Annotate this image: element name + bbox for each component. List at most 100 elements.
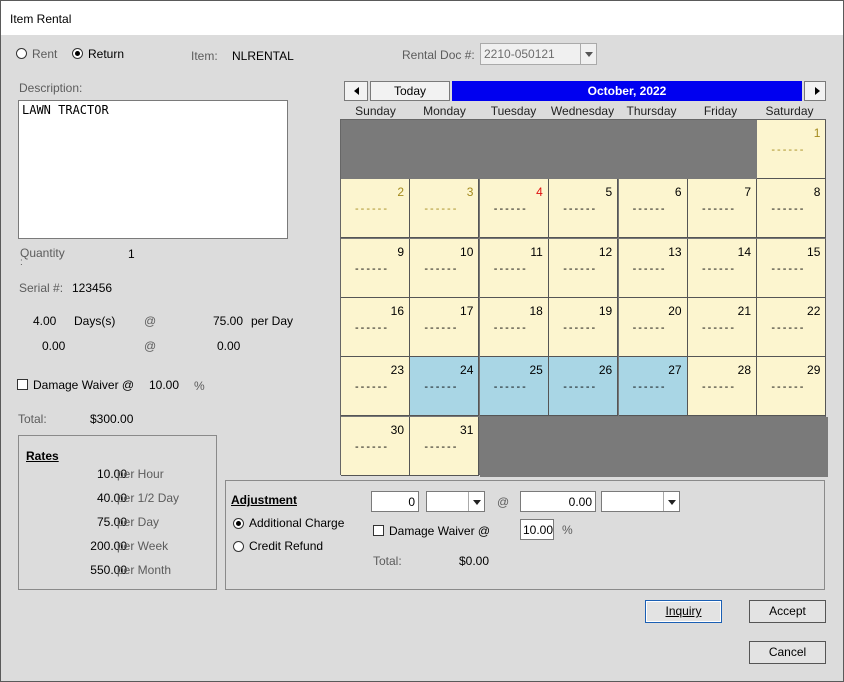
calendar-day-14[interactable]: 14 ------ (688, 238, 757, 298)
title-bar: Item Rental (1, 1, 843, 35)
damage-waiver-checkbox[interactable] (17, 379, 28, 390)
calendar-day-29[interactable]: 29 ------ (757, 357, 827, 417)
calendar-day-16[interactable]: 16 ------ (341, 297, 410, 357)
calendar-day-31[interactable]: 31 ------ (410, 416, 480, 476)
rental-doc-combo[interactable]: 2210-050121 (480, 43, 597, 65)
calendar-day-27[interactable]: 27 ------ (618, 357, 688, 417)
adjustment-qty-input[interactable]: 0 (371, 491, 419, 512)
credit-refund-radio[interactable] (233, 541, 244, 552)
calendar-day-number: 31 (460, 422, 474, 437)
calendar-day-number: 30 (390, 422, 404, 437)
today-button[interactable]: Today (370, 81, 450, 101)
charge1-rate: 75.00 (213, 314, 244, 328)
next-month-button[interactable] (804, 81, 826, 101)
adjustment-at: @ (497, 495, 510, 509)
calendar-day-28[interactable]: 28 ------ (688, 357, 757, 417)
rates-group: Rates 10.00 per Hour 40.00 per 1/2 Day 7… (18, 435, 217, 590)
prev-month-button[interactable] (344, 81, 368, 101)
rent-radio[interactable] (16, 48, 27, 59)
inquiry-label: Inquiry (665, 604, 702, 618)
adjustment-period-combo[interactable] (601, 491, 680, 512)
weekday-monday: Monday (423, 104, 466, 118)
cancel-button[interactable]: Cancel (749, 641, 826, 664)
calendar-day-placeholder: ------ (355, 262, 389, 275)
month-title: October, 2022 (452, 81, 802, 101)
calendar-day-11[interactable]: 11 ------ (479, 238, 549, 298)
calendar-day-18[interactable]: 18 ------ (479, 297, 549, 357)
calendar-day-15[interactable]: 15 ------ (757, 238, 827, 298)
calendar-day-17[interactable]: 17 ------ (410, 297, 480, 357)
charge1-qty: 4.00 (33, 314, 57, 328)
additional-charge-label[interactable]: Additional Charge (249, 516, 344, 530)
calendar-day-26[interactable]: 26 ------ (549, 357, 619, 417)
chevron-down-icon[interactable] (468, 492, 484, 511)
calendar-day-placeholder: ------ (771, 203, 806, 216)
calendar-day-number: 11 (530, 244, 543, 259)
accept-button[interactable]: Accept (749, 600, 826, 623)
calendar-day-24[interactable]: 24 ------ (410, 357, 480, 417)
calendar-day-placeholder: ------ (702, 262, 736, 275)
calendar-day-22[interactable]: 22 ------ (757, 297, 827, 357)
calendar-day-placeholder: ------ (702, 203, 736, 216)
calendar-day-2[interactable]: 2 ------ (341, 179, 410, 239)
calendar-day-1[interactable]: 1 ------ (757, 120, 827, 179)
return-label[interactable]: Return (88, 47, 124, 61)
calendar-day-30[interactable]: 30 ------ (341, 416, 410, 476)
adjustment-waiver-label[interactable]: Damage Waiver @ (389, 524, 490, 538)
calendar-day-number: 23 (390, 363, 404, 378)
calendar-day-number: 1 (813, 126, 821, 140)
calendar-day-6[interactable]: 6 ------ (618, 179, 688, 239)
serial-value: 123456 (72, 281, 113, 295)
calendar-day-number: 17 (460, 303, 474, 318)
calendar-empty-cell (688, 120, 759, 181)
calendar-day-8[interactable]: 8 ------ (757, 179, 827, 239)
adjustment-unit-combo[interactable] (426, 491, 485, 512)
calendar-empty-cell (618, 120, 689, 181)
calendar-day-number: 4 (536, 185, 543, 200)
description-field[interactable]: LAWN TRACTOR (18, 100, 288, 239)
calendar-day-13[interactable]: 13 ------ (618, 238, 688, 298)
calendar-day-12[interactable]: 12 ------ (549, 238, 619, 298)
adjustment-amount-input[interactable]: 0.00 (520, 491, 596, 512)
calendar-day-5[interactable]: 5 ------ (549, 179, 619, 239)
damage-waiver-pct: % (194, 379, 205, 393)
calendar-day-19[interactable]: 19 ------ (549, 297, 619, 357)
calendar-day-number: 21 (737, 303, 751, 318)
rates-title: Rates (26, 449, 59, 463)
chevron-down-icon[interactable] (663, 492, 679, 511)
item-rental-window: Item Rental Rent Return Item: NLRENTAL R… (0, 0, 844, 682)
adjustment-waiver-checkbox[interactable] (373, 525, 384, 536)
calendar-empty-cell (618, 416, 689, 477)
additional-charge-radio[interactable] (233, 518, 244, 529)
calendar-day-21[interactable]: 21 ------ (688, 297, 757, 357)
return-radio[interactable] (72, 48, 83, 59)
calendar-day-placeholder: ------ (424, 203, 459, 216)
calendar-day-20[interactable]: 20 ------ (618, 297, 688, 357)
charge1-per: per Day (251, 314, 294, 328)
calendar-day-10[interactable]: 10 ------ (410, 238, 480, 298)
calendar-day-25[interactable]: 25 ------ (479, 357, 549, 417)
weekday-friday: Friday (703, 104, 738, 118)
rental-doc-value: 2210-050121 (484, 47, 555, 61)
weekday-sunday: Sunday (355, 104, 396, 118)
credit-refund-label[interactable]: Credit Refund (249, 539, 323, 553)
chevron-down-icon[interactable] (580, 44, 596, 64)
chevron-left-icon (354, 87, 359, 95)
calendar-day-3[interactable]: 3 ------ (410, 179, 480, 239)
calendar-day-4[interactable]: 4 ------ (479, 179, 549, 239)
adjustment-waiver-input[interactable]: 10.00 (520, 519, 554, 540)
calendar-day-23[interactable]: 23 ------ (341, 357, 410, 417)
calendar-day-7[interactable]: 7 ------ (688, 179, 757, 239)
calendar-day-placeholder: ------ (702, 321, 736, 334)
calendar-day-placeholder: ------ (355, 440, 389, 453)
calendar-grid: 1 ------ 2 ------ 3 ------ 4 ------ 5 ------ 6 ----… (340, 119, 828, 477)
calendar-day-9[interactable]: 9 ------ (341, 238, 410, 298)
damage-waiver-label[interactable]: Damage Waiver @ (33, 378, 134, 392)
calendar-empty-cell (549, 120, 620, 181)
adjustment-group: Adjustment Additional Charge Credit Refu… (225, 480, 825, 590)
weekday-wednesday: Wednesday (550, 104, 615, 118)
calendar-day-number: 8 (813, 185, 821, 200)
rent-label[interactable]: Rent (32, 47, 57, 61)
inquiry-button[interactable]: Inquiry (645, 600, 722, 623)
calendar-day-placeholder: ------ (563, 203, 598, 216)
